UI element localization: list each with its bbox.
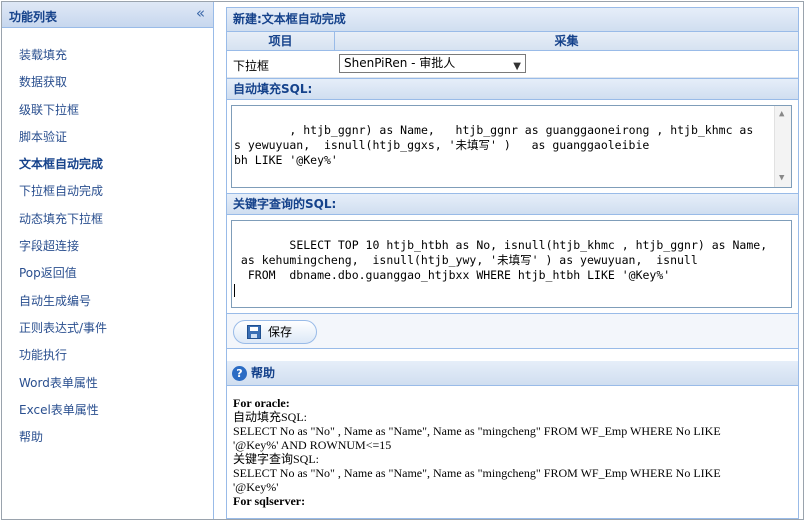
scroll-up-icon[interactable]: ▲ — [779, 107, 784, 122]
column-header-collect: 采集 — [554, 34, 579, 48]
dropdown-selected-value: ShenPiRen - 审批人 — [344, 56, 456, 70]
keyword-sql-label: 关键字查询的SQL: — [227, 193, 798, 215]
sidebar-item[interactable]: 下拉框自动完成 — [2, 178, 213, 205]
sidebar-item[interactable]: 功能执行 — [2, 342, 213, 369]
save-toolbar: 保存 — [227, 313, 798, 349]
sidebar-item[interactable]: 字段超连接 — [2, 233, 213, 260]
sidebar-item[interactable]: 自动生成编号 — [2, 288, 213, 315]
dropdown-row: 下拉框 ShenPiRen - 审批人 ▼ — [227, 51, 798, 78]
table-header: 项目 采集 — [227, 32, 798, 51]
save-button-label: 保存 — [268, 325, 293, 339]
sidebar-item[interactable]: 文本框自动完成 — [2, 151, 213, 178]
help-line: '@Key%' AND ROWNUM<=15 — [233, 438, 392, 452]
help-line: 自动填充SQL: — [233, 410, 308, 424]
sidebar-header: 功能列表 « — [2, 2, 213, 28]
save-button[interactable]: 保存 — [233, 320, 317, 344]
dropdown-label: 下拉框 — [233, 59, 270, 73]
column-header-item: 项目 — [227, 32, 335, 50]
sidebar-item[interactable]: Pop返回值 — [2, 260, 213, 287]
help-line: For oracle: — [233, 396, 290, 410]
keyword-sql-text: SELECT TOP 10 htjb_htbh as No, isnull(ht… — [240, 238, 768, 282]
form-panel: 新建:文本框自动完成 项目 采集 下拉框 ShenPiRen - 审批人 ▼ 自… — [226, 7, 799, 519]
save-disk-icon — [247, 325, 261, 339]
sidebar-item[interactable]: 装载填充 — [2, 42, 213, 69]
window-frame: 功能列表 « 装载填充 数据获取 级联下拉框 脚本验证 文本框自动完成 下拉框自动完成 动态… — [1, 1, 804, 520]
sidebar-title: 功能列表 — [9, 10, 58, 24]
help-line: SELECT No as "No" , Name as "Name", Name… — [233, 466, 721, 480]
help-icon: ? — [232, 366, 247, 381]
sidebar-menu: 装载填充 数据获取 级联下拉框 脚本验证 文本框自动完成 下拉框自动完成 动态填充下拉框 字段… — [2, 28, 213, 451]
autofill-sql-textarea[interactable]: , htjb_ggnr) as Name, htjb_ggnr as guang… — [231, 105, 792, 188]
dropdown-select[interactable]: ShenPiRen - 审批人 ▼ — [339, 54, 526, 73]
chevron-down-icon: ▼ — [513, 61, 521, 72]
scroll-down-icon[interactable]: ▼ — [779, 171, 784, 186]
main-area: 新建:文本框自动完成 项目 采集 下拉框 ShenPiRen - 审批人 ▼ 自… — [219, 2, 803, 519]
sidebar-item[interactable]: 动态填充下拉框 — [2, 206, 213, 233]
keyword-sql-textarea[interactable]: SELECT TOP 10 htjb_htbh as No, isnull(ht… — [231, 220, 792, 308]
help-section: ? 帮助 For oracle: 自动填充SQL: SELECT No as "No… — [227, 361, 798, 518]
help-line: SELECT No as "No" , Name as "Name", Name… — [233, 424, 721, 438]
collapse-icon[interactable]: « — [196, 5, 205, 21]
sidebar-item[interactable]: 数据获取 — [2, 69, 213, 96]
sidebar-item[interactable]: Excel表单属性 — [2, 397, 213, 424]
sidebar: 功能列表 « 装载填充 数据获取 级联下拉框 脚本验证 文本框自动完成 下拉框自动完成 动态… — [2, 2, 214, 519]
sidebar-item[interactable]: 脚本验证 — [2, 124, 213, 151]
help-header: ? 帮助 — [227, 361, 798, 386]
autofill-sql-label: 自动填充SQL: — [227, 78, 798, 100]
text-caret — [234, 284, 235, 297]
help-line: '@Key%' — [233, 480, 279, 494]
sidebar-item[interactable]: 正则表达式/事件 — [2, 315, 213, 342]
help-line: For sqlserver: — [233, 494, 306, 508]
sidebar-item[interactable]: 级联下拉框 — [2, 97, 213, 124]
textarea-scrollbar[interactable]: ▲ ▼ — [774, 106, 791, 187]
help-body: For oracle: 自动填充SQL: SELECT No as "No" , N… — [227, 386, 798, 508]
panel-title: 新建:文本框自动完成 — [227, 8, 798, 32]
autofill-sql-text: , htjb_ggnr) as Name, htjb_ggnr as guang… — [234, 123, 754, 167]
sidebar-item[interactable]: 帮助 — [2, 424, 213, 451]
help-line: 关键字查询SQL: — [233, 452, 320, 466]
sidebar-item[interactable]: Word表单属性 — [2, 370, 213, 397]
help-title: 帮助 — [251, 366, 276, 380]
